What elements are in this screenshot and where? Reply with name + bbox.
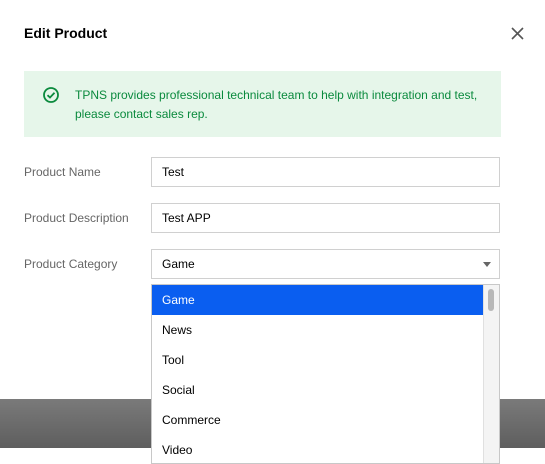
dropdown-option-social[interactable]: Social [152, 375, 484, 405]
product-name-label: Product Name [24, 165, 101, 179]
dropdown-option-game[interactable]: Game [152, 285, 484, 315]
dialog-title: Edit Product [24, 25, 108, 41]
product-category-label: Product Category [24, 257, 118, 271]
dropdown-option-video[interactable]: Video [152, 435, 484, 463]
product-description-label: Product Description [24, 211, 129, 225]
dropdown-scrollbar[interactable] [483, 285, 499, 463]
close-icon [511, 27, 524, 40]
product-name-input[interactable]: Test [151, 157, 500, 187]
product-category-value: Game [162, 257, 195, 271]
product-description-input[interactable]: Test APP [151, 203, 500, 233]
close-button[interactable] [507, 23, 529, 45]
dropdown-option-news[interactable]: News [152, 315, 484, 345]
product-category-select[interactable]: Game [151, 249, 500, 279]
scrollbar-thumb[interactable] [488, 289, 494, 311]
dropdown-option-commerce[interactable]: Commerce [152, 405, 484, 435]
notice-text: TPNS provides professional technical tea… [75, 88, 478, 121]
category-dropdown[interactable]: Game News Tool Social Commerce Video [151, 284, 500, 464]
info-notice: TPNS provides professional technical tea… [24, 71, 501, 137]
check-circle-icon [43, 87, 59, 103]
chevron-down-icon [483, 262, 491, 267]
dropdown-option-tool[interactable]: Tool [152, 345, 484, 375]
